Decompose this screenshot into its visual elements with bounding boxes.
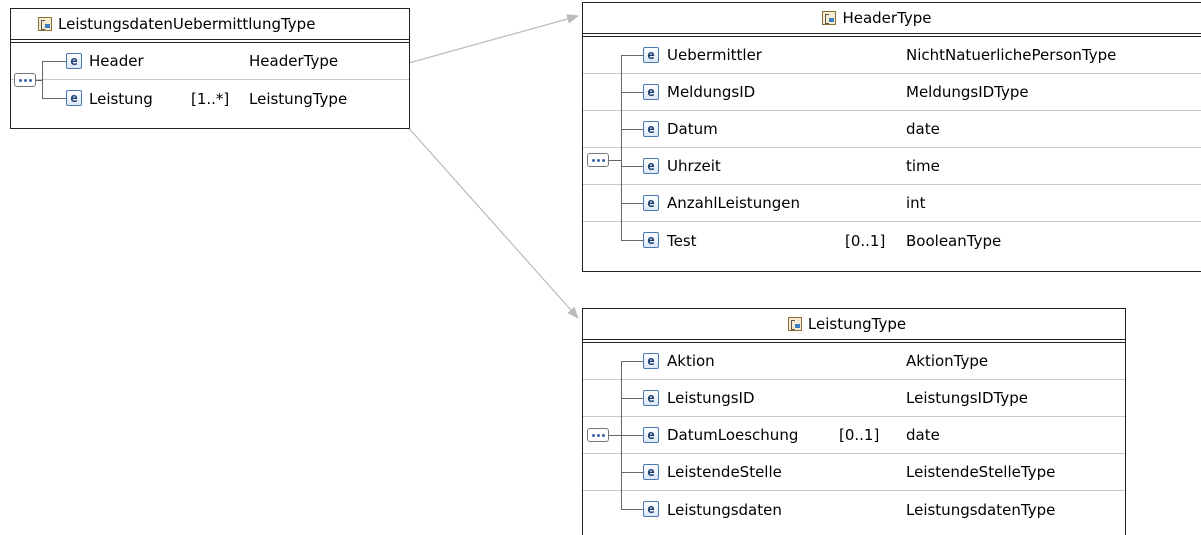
sequence-compositor-icon[interactable] <box>587 153 609 167</box>
element-name: Leistungsdaten <box>667 500 782 519</box>
type-box-title: LeistungType <box>807 315 907 333</box>
element-type: LeistungsIDType <box>906 389 1028 407</box>
element-e-icon: e <box>643 121 659 137</box>
sequence-compositor-icon[interactable] <box>587 428 609 442</box>
tree-connector <box>621 203 643 204</box>
element-row-uebermittler[interactable]: e Uebermittler NichtNatuerlichePersonTyp… <box>583 37 1201 74</box>
element-type: date <box>906 426 940 444</box>
connector-header-to-headertype <box>397 14 580 67</box>
leistung-type-box[interactable]: LeistungType e Aktion AktionType e Leist… <box>582 308 1126 535</box>
element-type: AktionType <box>906 352 989 370</box>
type-box-title: LeistungsdatenUebermittlungType <box>58 15 316 33</box>
element-e-icon: e <box>643 195 659 211</box>
type-box-header[interactable]: HeaderType <box>583 3 1201 37</box>
element-row-aktion[interactable]: e Aktion AktionType <box>583 343 1125 380</box>
element-e-icon: e <box>643 501 659 517</box>
element-row-leistungsdaten[interactable]: e Leistungsdaten LeistungsdatenType <box>583 491 1125 528</box>
element-type: LeistungsdatenType <box>906 500 1056 519</box>
element-name: Uebermittler <box>667 46 762 64</box>
element-e-icon: e <box>643 464 659 480</box>
element-type: NichtNatuerlichePersonType <box>906 46 1117 64</box>
element-type: int <box>906 194 926 212</box>
sequence-trunk <box>42 61 43 98</box>
connector-leistung-to-leistungtype <box>397 115 579 319</box>
element-type: HeaderType <box>249 52 339 70</box>
element-e-icon: e <box>66 53 82 69</box>
element-name: Aktion <box>667 352 715 370</box>
element-e-icon: e <box>643 353 659 369</box>
element-multiplicity: [1..*] <box>191 89 230 108</box>
tree-connector <box>42 98 66 99</box>
element-multiplicity: [0..1] <box>845 231 886 250</box>
sequence-trunk <box>621 55 622 240</box>
element-type: BooleanType <box>906 231 1002 250</box>
element-type: LeistendeStelleType <box>906 463 1056 481</box>
complex-type-icon <box>822 11 837 25</box>
sequence-link <box>609 435 621 436</box>
sequence-trunk <box>621 361 622 509</box>
element-row-header[interactable]: e Header HeaderType <box>11 43 409 80</box>
element-name: Header <box>89 52 144 70</box>
element-e-icon: e <box>643 47 659 63</box>
element-row-uhrzeit[interactable]: e Uhrzeit time <box>583 148 1201 185</box>
type-box-header[interactable]: LeistungsdatenUebermittlungType <box>11 9 409 43</box>
element-e-icon: e <box>643 427 659 443</box>
type-box-header[interactable]: LeistungType <box>583 309 1125 343</box>
element-row-leistungsid[interactable]: e LeistungsID LeistungsIDType <box>583 380 1125 417</box>
tree-connector <box>621 166 643 167</box>
tree-connector <box>621 472 643 473</box>
element-name: LeistendeStelle <box>667 463 782 481</box>
tree-connector <box>621 509 643 510</box>
tree-connector <box>621 361 643 362</box>
sequence-compositor-icon[interactable] <box>14 73 36 87</box>
element-name: Datum <box>667 120 718 138</box>
element-e-icon: e <box>643 158 659 174</box>
type-box-title: HeaderType <box>842 9 932 27</box>
element-name: Leistung <box>89 89 153 108</box>
sequence-link <box>609 160 621 161</box>
element-name: Test <box>667 231 697 250</box>
element-e-icon: e <box>643 390 659 406</box>
tree-connector <box>42 61 66 62</box>
element-row-anzahlleistungen[interactable]: e AnzahlLeistungen int <box>583 185 1201 222</box>
tree-connector <box>621 435 643 436</box>
element-e-icon: e <box>66 90 82 106</box>
element-type: time <box>906 157 940 175</box>
element-row-datumloeschung[interactable]: e DatumLoeschung [0..1] date <box>583 417 1125 454</box>
complex-type-icon <box>787 317 802 331</box>
tree-connector <box>621 92 643 93</box>
element-e-icon: e <box>643 232 659 248</box>
element-name: AnzahlLeistungen <box>667 194 800 212</box>
leistungsdaten-uebermittlung-type-box[interactable]: LeistungsdatenUebermittlungType e Header… <box>10 8 410 129</box>
element-name: LeistungsID <box>667 389 755 407</box>
element-row-test[interactable]: e Test [0..1] BooleanType <box>583 222 1201 259</box>
element-row-datum[interactable]: e Datum date <box>583 111 1201 148</box>
element-row-leistung[interactable]: e Leistung [1..*] LeistungType <box>11 80 409 117</box>
sequence-link <box>36 80 42 81</box>
tree-connector <box>621 129 643 130</box>
element-type: MeldungsIDType <box>906 83 1029 101</box>
element-e-icon: e <box>643 84 659 100</box>
element-name: MeldungsID <box>667 83 756 101</box>
tree-connector <box>621 55 643 56</box>
element-name: Uhrzeit <box>667 157 721 175</box>
element-row-meldungsid[interactable]: e MeldungsID MeldungsIDType <box>583 74 1201 111</box>
element-type: LeistungType <box>249 89 348 108</box>
element-row-leistendestelle[interactable]: e LeistendeStelle LeistendeStelleType <box>583 454 1125 491</box>
element-type: date <box>906 120 940 138</box>
tree-connector <box>621 240 643 241</box>
complex-type-icon <box>38 17 52 31</box>
header-type-box[interactable]: HeaderType e Uebermittler NichtNatuerlic… <box>582 2 1201 272</box>
element-multiplicity: [0..1] <box>839 426 880 444</box>
element-name: DatumLoeschung <box>667 426 799 444</box>
tree-connector <box>621 398 643 399</box>
